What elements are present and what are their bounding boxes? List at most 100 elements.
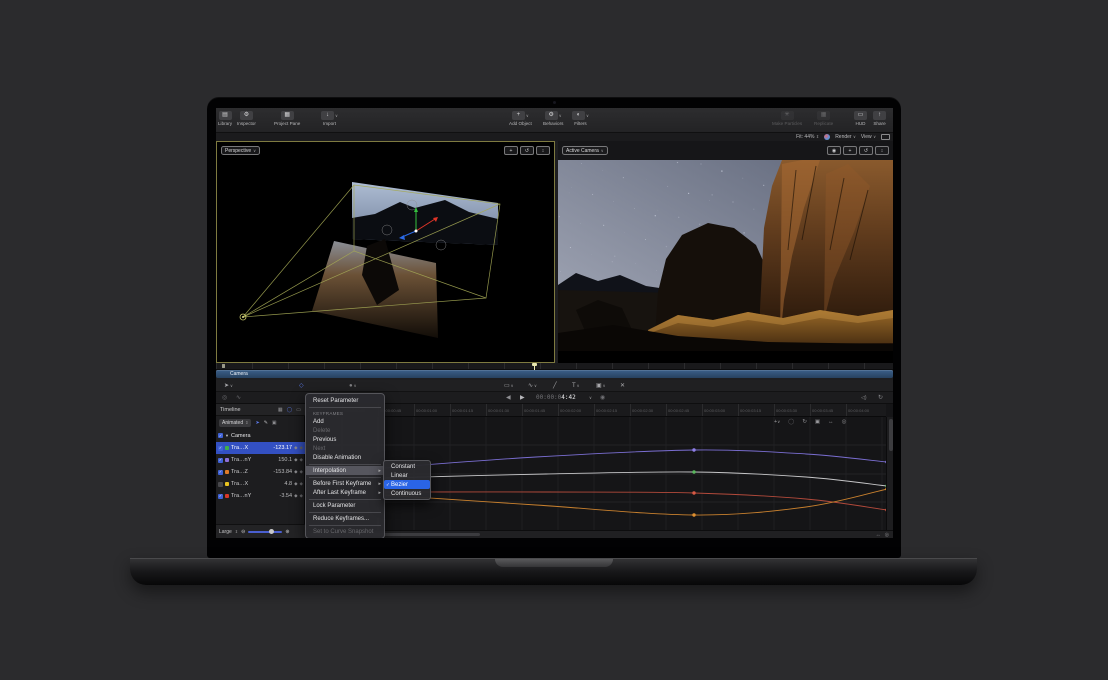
keyframe-menu-icon[interactable]: ◆ [300, 469, 303, 475]
animation-curve-rotation-y[interactable] [384, 450, 886, 468]
curve-snapshot-icon[interactable]: ↻ [802, 419, 807, 425]
add-object-button[interactable]: +∨ Add Object [509, 111, 532, 126]
project-timeline-ruler[interactable] [216, 363, 893, 370]
line-tool-button[interactable]: ╱ [553, 380, 557, 392]
zoom-timeline-icon[interactable]: ◎ [885, 532, 889, 538]
adjust-tool-button[interactable]: ●∨ [349, 380, 357, 392]
menu-item[interactable]: ✓ Lock Parameter ▸ [306, 501, 384, 510]
mask-tool-button[interactable]: ▣∨ [596, 380, 606, 392]
submenu-item[interactable]: ✓ Constant [384, 462, 430, 471]
keyframe-nav-icon[interactable]: ◆ [294, 457, 297, 463]
loop-playback-button[interactable]: ↻ [878, 392, 883, 404]
menu-item[interactable]: ✓ ▸ [309, 464, 381, 465]
menu-item[interactable]: ✓ Disable Animation ▸ [306, 453, 384, 462]
menu-item[interactable]: ✓ Set to Curve Snapshot ▸ [306, 527, 384, 536]
keyframe-menu-icon[interactable]: ◆ [300, 481, 303, 487]
enable-checkbox[interactable]: ✓ [218, 458, 223, 463]
enable-checkbox[interactable]: ✓ [218, 446, 223, 451]
behaviors-button[interactable]: ⚙∨ Behaviors [543, 111, 563, 126]
menu-item[interactable]: ✓ Previous ▸ [306, 435, 384, 444]
playhead-line[interactable] [534, 363, 535, 370]
menu-item[interactable]: ✓ ▸ [309, 477, 381, 478]
play-button[interactable]: ▶ [520, 392, 525, 404]
fit-zoom-control[interactable]: Fit: 44% ⇕ [796, 134, 819, 140]
active-camera-viewport[interactable]: Active Camera∨ ◉ + ↺ ↕ [558, 141, 893, 363]
inspector-button[interactable]: ⚙ Inspector [237, 111, 256, 126]
keyframe-nav-icon[interactable]: ◆ [294, 445, 297, 451]
group-checkbox[interactable]: ✓ [218, 433, 223, 438]
keyframe-nav-icon[interactable]: ◆ [294, 493, 297, 499]
tab-timeline[interactable]: Timeline [220, 407, 278, 413]
orbit-view-button[interactable]: ↺ [520, 146, 534, 155]
zoom-graph-icon[interactable]: ◎ [842, 419, 847, 425]
bezier-tool-button[interactable]: ∿∨ [528, 380, 537, 392]
camera-track-bar[interactable]: Camera [216, 370, 893, 378]
parameter-row[interactable]: ✓ Tra…nY 150.1 ◆ ◆ [216, 454, 305, 466]
text-tool-button[interactable]: T∨ [572, 380, 580, 392]
menu-item[interactable]: ✓ Before First Keyframe ▸ [306, 479, 384, 488]
import-button[interactable]: ↓∨ Import [321, 111, 338, 126]
enable-checkbox[interactable]: ✓ [218, 470, 223, 475]
timeline-tab-icon[interactable]: ▦ [278, 407, 283, 413]
camera-select-button[interactable]: ◉ [827, 146, 841, 155]
rectangle-tool-button[interactable]: ▭∨ [504, 380, 514, 392]
select-tool-button[interactable]: ➤∨ [224, 380, 233, 392]
timecode-menu[interactable]: ∨ [588, 392, 592, 404]
camera-group-row[interactable]: ✓ ▼ Camera [216, 430, 305, 441]
menu-item[interactable]: ✓ ▸ [309, 407, 381, 408]
in-point-marker[interactable] [222, 364, 225, 368]
graph-vertical-scrollbar[interactable] [886, 417, 893, 530]
project-pane-button[interactable]: ▦ Project Pane [274, 111, 300, 126]
parameter-row[interactable]: ✓ Tra…Z -153.84 ◆ ◆ [216, 466, 305, 478]
box-select-tool[interactable]: ▣ [272, 420, 277, 426]
zoom-slider[interactable] [248, 531, 282, 533]
submenu-item[interactable]: ✓ Linear [384, 471, 430, 480]
timeline-option-icon[interactable]: ◎ [222, 392, 227, 404]
disclosure-triangle-icon[interactable]: ▼ [225, 433, 229, 438]
scrollbar-thumb[interactable] [889, 419, 893, 451]
audio-tab-icon[interactable]: ▭ [296, 407, 301, 413]
render-menu[interactable]: Render ∨ [835, 134, 856, 140]
parameter-row[interactable]: ✓ Tra…X 4.8 ◆ ◆ [216, 478, 305, 490]
keyframe-menu-icon[interactable]: ◆ [300, 457, 303, 463]
keyframe-editor-tab-icon[interactable]: ◯ [287, 407, 293, 413]
record-keyframe-button[interactable]: ◇ [299, 380, 304, 392]
animation-curve-position-x[interactable] [384, 492, 886, 510]
share-button[interactable]: ↑ Share [873, 111, 886, 126]
dolly-view-button[interactable]: ↕ [536, 146, 550, 155]
submenu-item[interactable]: ✓ Bezier [384, 480, 430, 489]
library-button[interactable]: ▤ Library [218, 111, 232, 126]
perspective-viewport[interactable]: Perspective∨ + ↺ ↕ [216, 141, 555, 363]
dolly-view-button[interactable]: ↕ [875, 146, 889, 155]
keyframe-point[interactable] [692, 448, 695, 451]
keyframe-point[interactable] [692, 513, 695, 516]
keyframe-nav-icon[interactable]: ◆ [294, 481, 297, 487]
zoom-out-icon[interactable]: ⊖ [241, 529, 245, 535]
pan-view-button[interactable]: + [843, 146, 857, 155]
menu-item[interactable]: ✓ ▸ [309, 499, 381, 500]
menu-item[interactable]: ✓ Reset Parameter ▸ [306, 396, 384, 405]
edit-keyframes-tool[interactable]: ➤ [255, 420, 259, 426]
sketch-keyframes-tool[interactable]: ✎ [264, 420, 268, 426]
keyframe-menu-icon[interactable]: ◆ [300, 493, 303, 499]
hud-button[interactable]: ▭ HUD [854, 111, 867, 126]
parameter-value[interactable]: -3.54 [268, 493, 292, 499]
enable-checkbox[interactable]: ✓ [218, 494, 223, 499]
camera-view-menu[interactable]: Active Camera∨ [562, 146, 608, 155]
keyframe-ruler[interactable]: 00:00:00:1500:00:00:3000:00:00:4500:00:0… [306, 404, 886, 417]
channels-icon[interactable] [824, 134, 830, 140]
menu-item[interactable]: ✓ ▸ [309, 512, 381, 513]
curve-set-menu[interactable]: +∨ [774, 419, 780, 425]
zoom-in-icon[interactable]: ⊕ [285, 529, 289, 535]
keyframe-point[interactable] [692, 491, 695, 494]
scroll-left-right-icon[interactable]: ↔ [876, 532, 881, 538]
orbit-view-button[interactable]: ↺ [859, 146, 873, 155]
cut-tool-button[interactable]: ✕ [620, 380, 625, 392]
enable-checkbox[interactable]: ✓ [218, 482, 223, 487]
menu-item[interactable]: ✓ ▸ [309, 525, 381, 526]
menu-item[interactable]: ✓ KEYFRAMES ▸ [306, 409, 384, 417]
layout-icon[interactable] [881, 134, 890, 140]
zoom-level-dropdown[interactable]: Large [219, 529, 232, 535]
keyframe-menu-icon[interactable]: ◆ [300, 445, 303, 451]
filters-button[interactable]: ◐∨ Filters [572, 111, 589, 126]
